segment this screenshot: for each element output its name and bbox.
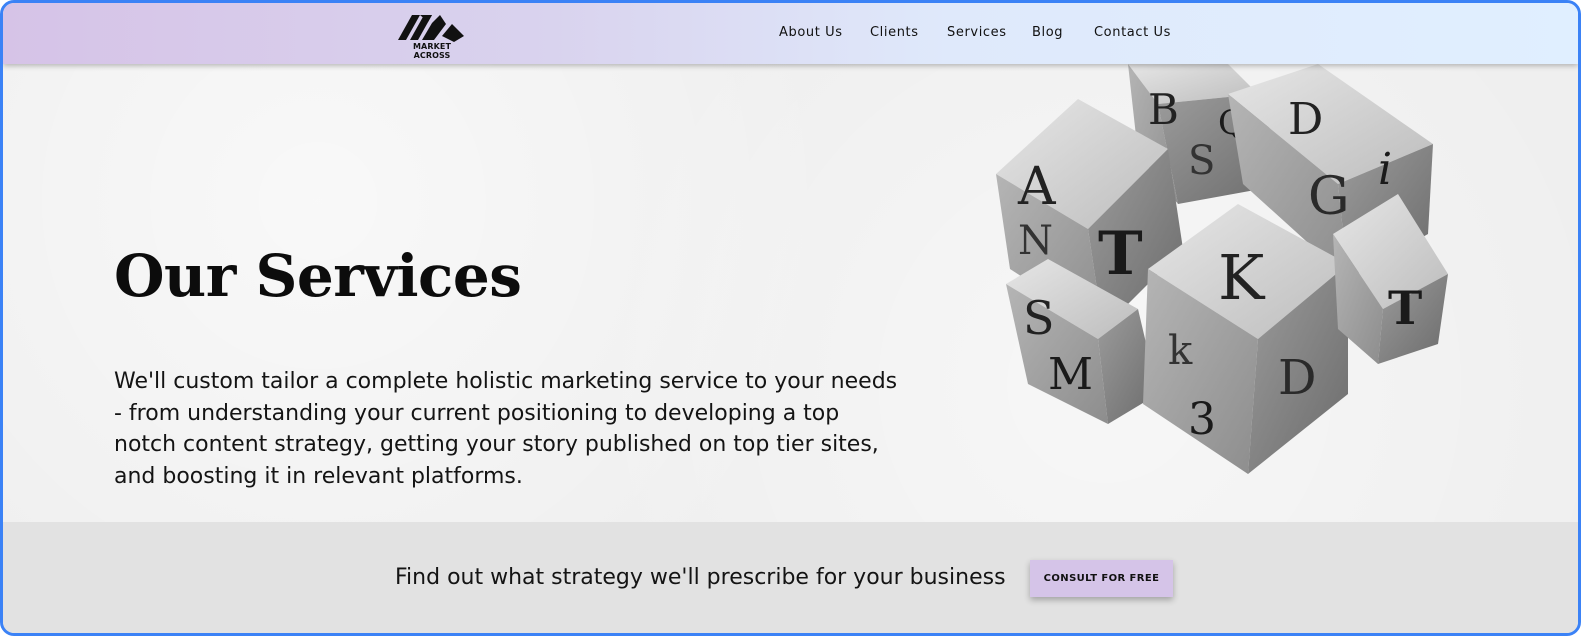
svg-text:S: S — [1023, 291, 1055, 345]
svg-text:D: D — [1288, 94, 1323, 145]
hero-section: Our Services We'll custom tailor a compl… — [3, 64, 1578, 522]
nav-contact-us[interactable]: Contact Us — [1094, 25, 1171, 40]
site-header: MARKET ACROSS About Us Clients Services … — [3, 3, 1578, 64]
svg-text:i: i — [1378, 144, 1392, 195]
svg-text:A: A — [1017, 157, 1057, 217]
cta-strip: Find out what strategy we'll prescribe f… — [3, 522, 1578, 633]
svg-text:T: T — [1098, 219, 1143, 289]
svg-text:3: 3 — [1188, 394, 1216, 445]
svg-text:D: D — [1278, 350, 1316, 406]
svg-text:M: M — [1048, 349, 1093, 400]
svg-text:B: B — [1148, 85, 1179, 134]
nav-services[interactable]: Services — [947, 25, 1007, 40]
svg-text:S: S — [1188, 138, 1215, 184]
consult-for-free-button[interactable]: CONSULT FOR FREE — [1030, 560, 1173, 597]
browser-frame: MARKET ACROSS About Us Clients Services … — [0, 0, 1581, 636]
svg-text:T: T — [1388, 281, 1422, 335]
cta-text: Find out what strategy we'll prescribe f… — [395, 565, 1006, 590]
svg-text:K: K — [1218, 241, 1266, 314]
nav-about-us[interactable]: About Us — [779, 25, 843, 40]
nav-clients[interactable]: Clients — [870, 25, 919, 40]
hero-description: We'll custom tailor a complete holistic … — [114, 369, 898, 489]
main-nav: About Us Clients Services Blog Contact U… — [3, 25, 1578, 45]
svg-text:N: N — [1018, 218, 1053, 264]
svg-text:k: k — [1168, 328, 1193, 374]
page-title: Our Services — [114, 242, 522, 310]
typography-cubes-image: B S Q D G i A T N S M K k 3 D T — [996, 64, 1448, 474]
svg-text:G: G — [1308, 167, 1350, 227]
nav-blog[interactable]: Blog — [1032, 25, 1063, 40]
